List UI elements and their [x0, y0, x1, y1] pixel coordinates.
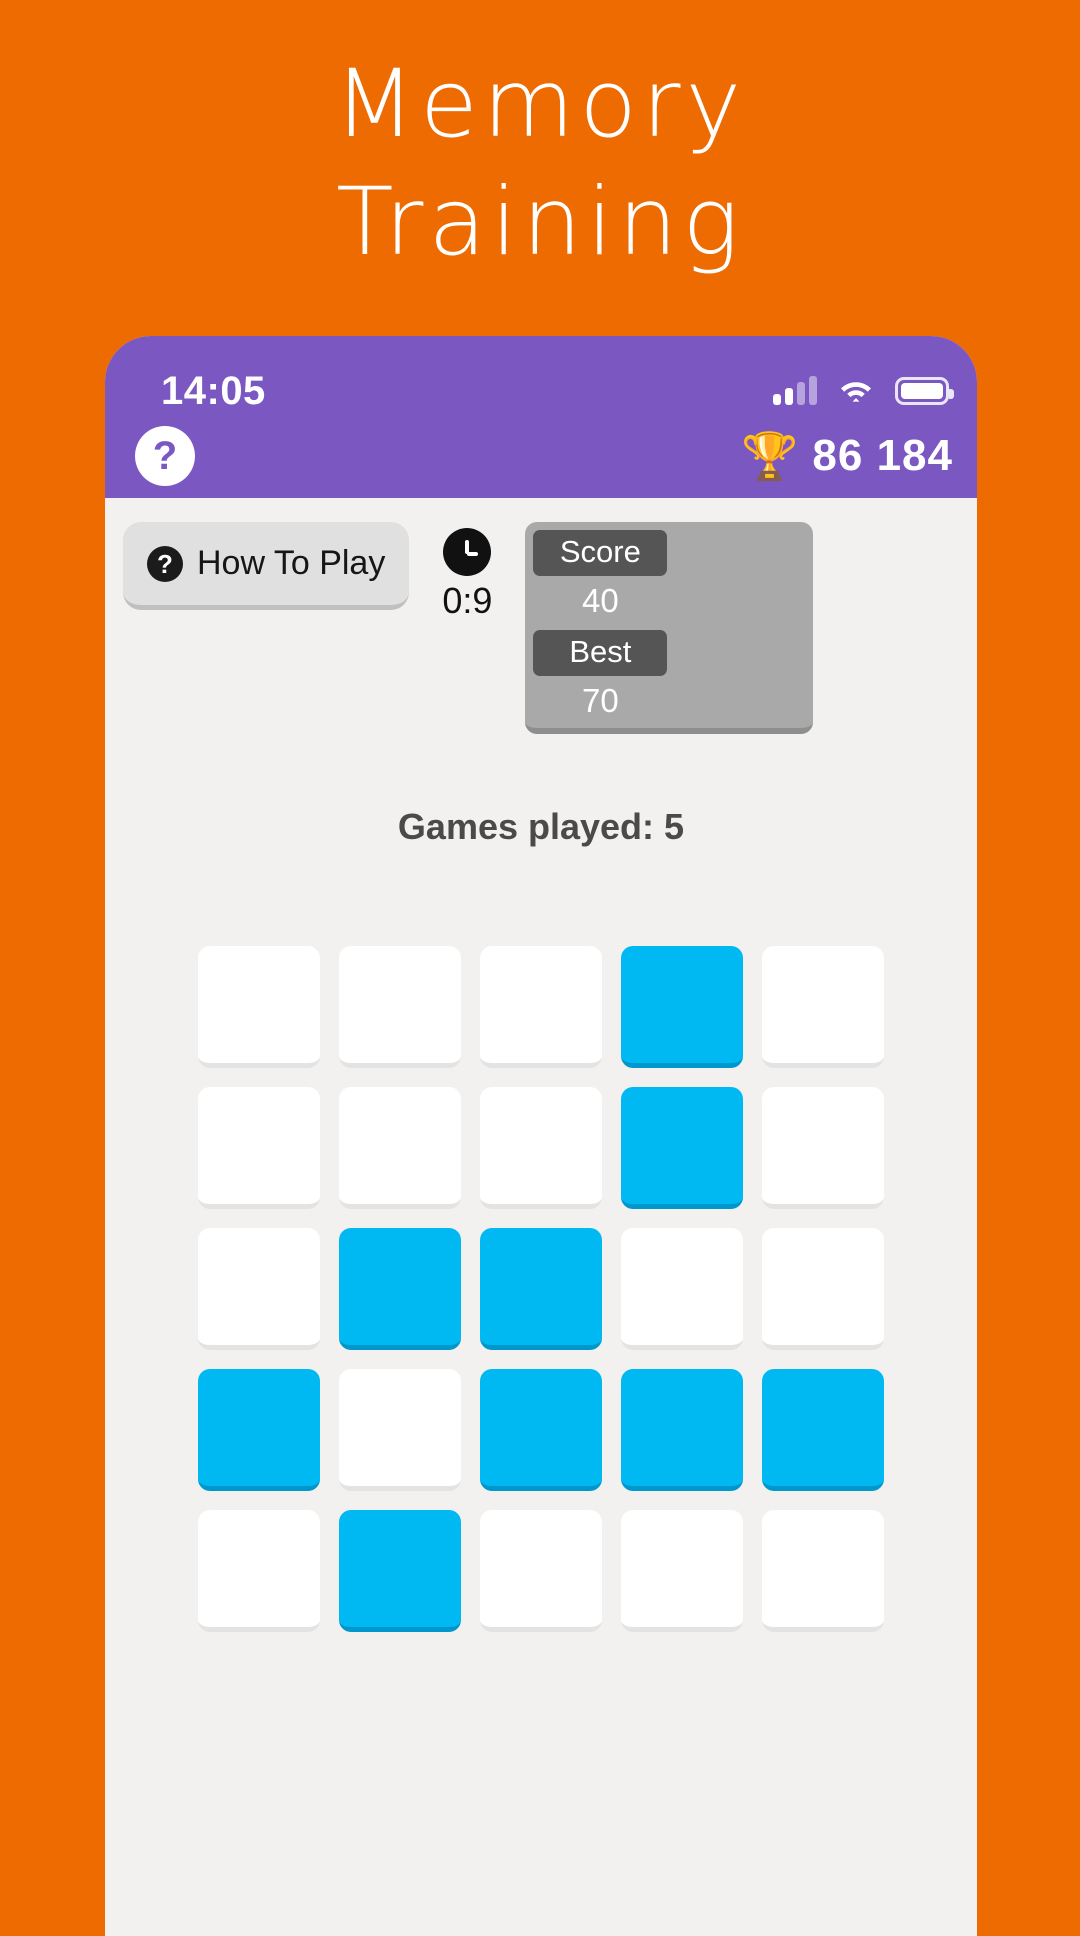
memory-cell-r5-c5[interactable]	[762, 1510, 884, 1632]
clock-icon	[443, 528, 492, 576]
best-label: Best	[533, 630, 668, 676]
promo-title-line-1: Memory	[333, 50, 747, 159]
memory-cell-r1-c5[interactable]	[762, 946, 884, 1068]
total-score-value: 86 184	[812, 431, 953, 480]
memory-cell-r5-c2[interactable]	[339, 1510, 461, 1632]
promo-title-line-2: Training	[336, 168, 744, 277]
wifi-icon	[839, 378, 873, 404]
memory-cell-r1-c3[interactable]	[480, 946, 602, 1068]
trophy-icon: 🏆	[741, 430, 799, 482]
games-played-label: Games played: 5	[397, 806, 685, 847]
status-bar-time: 14:05	[161, 368, 266, 413]
memory-cell-r3-c5[interactable]	[762, 1228, 884, 1350]
cellular-signal-icon	[773, 376, 817, 405]
score-cell-score: Score 40	[533, 530, 668, 622]
best-value: 70	[582, 682, 619, 719]
memory-cell-r5-c4[interactable]	[621, 1510, 743, 1632]
memory-cell-r1-c4[interactable]	[621, 946, 743, 1068]
memory-cell-r2-c3[interactable]	[480, 1087, 602, 1209]
memory-cell-r4-c4[interactable]	[621, 1369, 743, 1491]
how-to-play-label: How To Play	[197, 544, 386, 582]
memory-cell-r2-c1[interactable]	[198, 1087, 320, 1209]
phone-mockup: 14:05 ? 🏆 86 184 ? How To Play 0:9 Score…	[105, 336, 977, 1936]
question-mark-icon: ?	[147, 545, 183, 582]
memory-cell-r3-c4[interactable]	[621, 1228, 743, 1350]
memory-cell-r5-c1[interactable]	[198, 1510, 320, 1632]
score-cell-best: Best 70	[533, 630, 668, 722]
total-score-group[interactable]: 🏆 86 184	[741, 431, 953, 481]
status-bar: 14:05 ? 🏆 86 184	[105, 336, 977, 498]
memory-cell-r3-c3[interactable]	[480, 1228, 602, 1350]
how-to-play-button[interactable]: ? How To Play	[123, 522, 410, 610]
battery-full-icon	[895, 377, 954, 405]
timer: 0:9	[425, 522, 509, 622]
memory-cell-r5-c3[interactable]	[480, 1510, 602, 1632]
memory-cell-r2-c5[interactable]	[762, 1087, 884, 1209]
score-label: Score	[533, 530, 668, 576]
memory-cell-r2-c4[interactable]	[621, 1087, 743, 1209]
memory-cell-r2-c2[interactable]	[339, 1087, 461, 1209]
memory-cell-r3-c2[interactable]	[339, 1228, 461, 1350]
app-bar: ? 🏆 86 184	[105, 414, 977, 498]
timer-value: 0:9	[442, 580, 493, 621]
memory-cell-r4-c2[interactable]	[339, 1369, 461, 1491]
game-toolbar: ? How To Play 0:9 Score 40 Best 70	[105, 498, 977, 734]
score-panel: Score 40 Best 70	[525, 522, 814, 734]
promo-title: Memory Training	[0, 46, 1080, 282]
memory-cell-r1-c1[interactable]	[198, 946, 320, 1068]
memory-cell-r3-c1[interactable]	[198, 1228, 320, 1350]
status-bar-icons	[773, 376, 954, 405]
memory-cell-r1-c2[interactable]	[339, 946, 461, 1068]
help-button[interactable]: ?	[135, 426, 195, 486]
memory-cell-r4-c5[interactable]	[762, 1369, 884, 1491]
memory-cell-r4-c1[interactable]	[198, 1369, 320, 1491]
score-value: 40	[582, 582, 619, 619]
memory-cell-r4-c3[interactable]	[480, 1369, 602, 1491]
app-screen: ? How To Play 0:9 Score 40 Best 70 Games…	[105, 498, 977, 1936]
memory-grid	[196, 946, 886, 1632]
